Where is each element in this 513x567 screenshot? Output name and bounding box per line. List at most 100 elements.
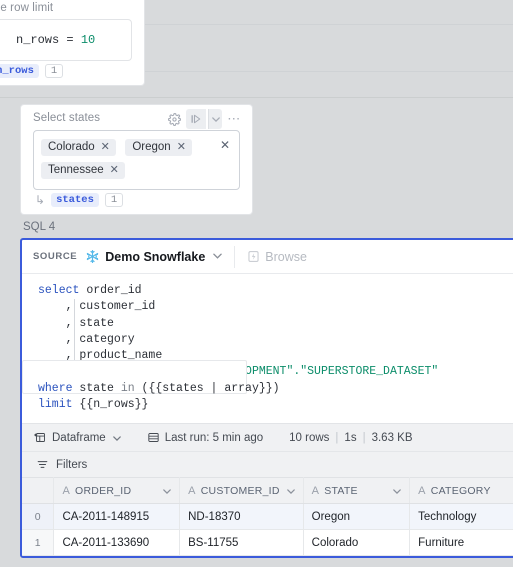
- row-limit-code-editor[interactable]: n_rows = 10: [0, 19, 132, 61]
- filters-label: Filters: [56, 459, 87, 471]
- sql-keyword-in: in: [121, 382, 135, 395]
- cell-state[interactable]: Colorado: [303, 530, 410, 556]
- output-variable-n-rows[interactable]: n_rows: [0, 64, 39, 78]
- row-limit-value: 10: [81, 33, 95, 47]
- table-header-row: A ORDER_ID A CUSTOMER_ID: [22, 478, 513, 504]
- history-icon: [147, 431, 160, 444]
- gear-icon[interactable]: [164, 109, 184, 129]
- sql-keyword-select: select: [38, 284, 79, 297]
- filter-icon: [36, 458, 49, 471]
- cell-customer-id[interactable]: ND-18370: [180, 504, 304, 530]
- column-name: CATEGORY: [431, 485, 491, 497]
- state-chip-label: Colorado: [48, 141, 95, 153]
- browse-label: Browse: [265, 250, 307, 264]
- source-label: SOURCE: [33, 251, 77, 262]
- table-row[interactable]: 0 CA-2011-148915 ND-18370 Oregon Technol…: [22, 504, 513, 530]
- row-limit-code-line: n_rows = 10: [0, 33, 119, 47]
- separator: |: [363, 432, 366, 444]
- cell-order-id[interactable]: CA-2011-133690: [54, 530, 180, 556]
- last-run-info: Last run: 5 min ago: [147, 431, 263, 444]
- sql-keyword-where: where: [38, 382, 73, 395]
- table-row[interactable]: 1 CA-2011-133690 BS-11755 Colorado Furni…: [22, 530, 513, 556]
- filters-button[interactable]: Filters: [22, 451, 513, 477]
- sql-line-7: where state in ({{states | array}}): [22, 381, 513, 397]
- snowflake-icon: [85, 249, 100, 264]
- cell-category[interactable]: Technology: [410, 504, 513, 530]
- cell-state[interactable]: Oregon: [303, 504, 410, 530]
- sql-line-3: , state: [22, 316, 513, 332]
- text-type-icon: A: [418, 485, 426, 497]
- arrow-return-icon: ↳: [35, 194, 45, 206]
- chevron-down-icon[interactable]: [287, 486, 295, 496]
- sql-line-4: , category: [22, 332, 513, 348]
- state-chip-label: Oregon: [132, 141, 170, 153]
- column-header-order-id[interactable]: A ORDER_ID: [54, 478, 180, 504]
- sql-cell-header: SOURCE Demo Snowflake Browse: [22, 240, 513, 274]
- run-options-chevron-down-icon[interactable]: [208, 109, 222, 129]
- close-icon[interactable]: ✕: [177, 142, 186, 153]
- dataframe-label: Dataframe: [52, 432, 106, 444]
- chevron-down-icon[interactable]: [393, 486, 401, 496]
- chevron-down-icon[interactable]: [163, 486, 171, 496]
- result-table: A ORDER_ID A CUSTOMER_ID: [22, 477, 513, 556]
- last-run-label: Last run: 5 min ago: [165, 432, 263, 444]
- column-header-category[interactable]: A CATEGORY: [410, 478, 513, 504]
- cell-select-states[interactable]: Select states ⋯: [20, 104, 253, 215]
- column-name: CUSTOMER_ID: [201, 485, 280, 497]
- clear-all-icon[interactable]: ✕: [220, 139, 230, 151]
- row-index: 0: [22, 504, 54, 530]
- state-chip-label: Tennessee: [48, 164, 104, 176]
- sql-line-8-rest: {{n_rows}}: [73, 398, 149, 411]
- sql-cell-label: SQL 4: [23, 221, 55, 233]
- column-name: ORDER_ID: [75, 485, 131, 497]
- column-header-customer-id[interactable]: A CUSTOMER_ID: [180, 478, 304, 504]
- sql-line-2: , customer_id: [22, 299, 513, 315]
- row-count: 10 rows: [289, 432, 329, 444]
- text-type-icon: A: [312, 485, 320, 497]
- states-multiselect-input[interactable]: Colorado ✕ Oregon ✕ Tennessee ✕ ✕: [33, 130, 240, 190]
- cell-sql-4[interactable]: SOURCE Demo Snowflake Browse: [20, 238, 513, 558]
- run-icon[interactable]: [186, 109, 206, 129]
- header-divider: [234, 246, 235, 268]
- cell-order-id[interactable]: CA-2011-148915: [54, 504, 180, 530]
- background-divider: [0, 97, 513, 98]
- state-chip[interactable]: Colorado ✕: [41, 139, 116, 156]
- browse-button[interactable]: Browse: [247, 250, 307, 264]
- state-chip[interactable]: Tennessee ✕: [41, 162, 125, 179]
- row-limit-output-row: ↳ n_rows 1: [0, 61, 144, 85]
- sql-result-bar: Dataframe Last run: 5 min ago 10 rows | …: [22, 423, 513, 451]
- text-type-icon: A: [188, 485, 196, 497]
- output-count-states: 1: [105, 193, 123, 207]
- indent-guide: [74, 299, 75, 364]
- chevron-down-icon[interactable]: [113, 433, 121, 443]
- more-options-icon[interactable]: ⋯: [224, 109, 244, 129]
- cell-title-define-row-limit: Define row limit: [0, 0, 144, 19]
- sql-line-8: limit {{n_rows}}: [22, 397, 513, 413]
- column-header-state[interactable]: A STATE: [303, 478, 410, 504]
- index-column-header: [22, 478, 54, 504]
- browse-database-icon: [247, 250, 260, 263]
- run-duration: 1s: [344, 432, 356, 444]
- source-name[interactable]: Demo Snowflake: [105, 250, 205, 264]
- cell-define-row-limit[interactable]: Define row limit n_rows = 10 ↳ n_rows 1: [0, 0, 145, 86]
- cell-category[interactable]: Furniture: [410, 530, 513, 556]
- state-chip[interactable]: Oregon ✕: [125, 139, 192, 156]
- sql-line-1: select order_id: [22, 283, 513, 299]
- dataframe-icon: [34, 431, 47, 444]
- text-type-icon: A: [62, 485, 70, 497]
- sql-code-editor[interactable]: select order_id , customer_id , state , …: [22, 274, 513, 423]
- output-count-n-rows: 1: [45, 64, 63, 78]
- sql-line-7-rest: ({{states | array}}): [135, 382, 280, 395]
- result-size: 3.63 KB: [372, 432, 413, 444]
- cell-customer-id[interactable]: BS-11755: [180, 530, 304, 556]
- states-output-row: ↳ states 1: [21, 190, 252, 214]
- close-icon[interactable]: ✕: [101, 142, 110, 153]
- row-limit-expression: n_rows =: [16, 33, 81, 47]
- dataframe-selector[interactable]: Dataframe: [34, 431, 121, 444]
- chevron-down-icon[interactable]: [213, 251, 222, 262]
- column-name: STATE: [324, 485, 358, 497]
- close-icon[interactable]: ✕: [110, 165, 119, 176]
- sql-line-7-mid: state: [73, 382, 121, 395]
- select-states-toolbar: ⋯: [164, 109, 244, 129]
- output-variable-states[interactable]: states: [51, 193, 99, 207]
